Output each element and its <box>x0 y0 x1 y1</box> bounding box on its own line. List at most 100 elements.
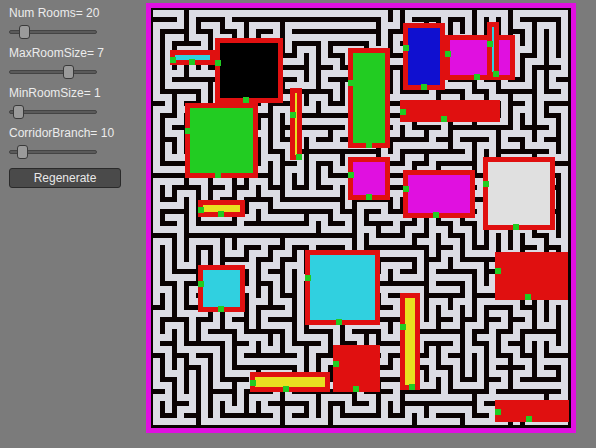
maze-floor <box>441 353 448 358</box>
maze-floor <box>549 94 556 101</box>
maze-floor <box>489 130 496 137</box>
maze-floor <box>165 202 172 209</box>
slider-thumb[interactable] <box>13 105 24 119</box>
maze-floor <box>561 41 568 46</box>
maze-floor <box>429 262 436 269</box>
maze-floor <box>525 29 532 34</box>
maze-floor <box>165 226 172 233</box>
maze-floor <box>184 82 189 89</box>
maze-floor <box>549 29 556 34</box>
maze-floor <box>285 10 292 17</box>
maze-floor <box>369 238 376 245</box>
maze-floor <box>220 10 225 17</box>
maze-floor <box>489 10 496 17</box>
maze-floor <box>225 406 232 413</box>
maze-floor <box>472 346 477 353</box>
maze-floor <box>549 149 556 154</box>
maze-floor <box>561 221 568 226</box>
maze-floor <box>537 29 544 34</box>
maze-floor <box>249 238 256 245</box>
maze-floor <box>465 341 472 346</box>
maze-floor <box>297 394 304 401</box>
maze-floor <box>429 269 436 274</box>
maze-floor <box>525 94 532 101</box>
maze-floor <box>549 10 556 17</box>
maze-floor <box>453 274 460 281</box>
maze-floor <box>345 226 352 233</box>
maze-floor <box>177 65 184 70</box>
maze-floor <box>285 281 292 286</box>
maze-floor <box>153 94 160 101</box>
maze-floor <box>412 250 417 257</box>
slider-thumb[interactable] <box>19 25 30 39</box>
maze-floor <box>165 10 172 17</box>
maze-floor <box>297 166 304 173</box>
maze-floor <box>561 214 568 221</box>
maze-floor <box>297 58 304 65</box>
slider-thumb[interactable] <box>17 145 28 159</box>
maze-floor <box>513 17 520 22</box>
maze-floor <box>249 10 256 17</box>
maze-floor <box>453 322 460 329</box>
maze-floor <box>465 310 472 317</box>
maze-floor <box>165 149 172 154</box>
slider-track[interactable] <box>9 105 97 119</box>
maze-floor <box>513 22 520 29</box>
slider-track[interactable] <box>9 65 97 79</box>
maze-floor <box>417 269 424 274</box>
maze-floor <box>537 341 544 346</box>
maze-floor <box>285 178 292 185</box>
maze-floor <box>561 154 568 161</box>
maze-floor <box>472 130 477 137</box>
maze-floor <box>177 118 184 125</box>
slider-thumb[interactable] <box>63 65 74 79</box>
maze-floor <box>352 406 357 413</box>
maze-floor <box>261 125 268 130</box>
maze-floor <box>232 370 237 377</box>
maze-floor <box>501 118 508 125</box>
maze-floor <box>525 46 532 53</box>
maze-floor <box>561 94 568 101</box>
maze-floor <box>340 130 345 137</box>
maze-floor <box>285 274 292 281</box>
maze-floor <box>273 166 280 173</box>
maze-floor <box>321 106 328 113</box>
maze-floor <box>561 10 568 17</box>
maze-floor <box>561 377 568 382</box>
maze-floor <box>177 142 184 149</box>
maze-floor <box>357 221 364 226</box>
maze-floor <box>273 178 280 185</box>
maze-floor <box>501 341 508 346</box>
maze-floor <box>477 322 484 329</box>
maze-floor <box>453 310 460 317</box>
maze-floor <box>153 41 160 46</box>
maze-floor <box>297 202 304 209</box>
maze-floor <box>268 190 273 197</box>
maze-floor <box>333 209 340 214</box>
maze-floor <box>556 10 561 17</box>
maze-floor <box>465 82 472 89</box>
maze-floor <box>177 149 184 154</box>
maze-floor <box>328 118 333 125</box>
slider-track[interactable] <box>9 145 97 159</box>
maze-floor <box>177 22 184 29</box>
maze-floor <box>285 41 292 46</box>
maze-floor <box>328 238 333 245</box>
maze-floor <box>381 346 388 353</box>
maze-floor <box>160 22 165 29</box>
maze-floor <box>561 197 568 202</box>
maze-floor <box>333 154 340 161</box>
maze-floor <box>292 58 297 65</box>
maze-floor <box>525 82 532 89</box>
maze-floor <box>489 82 496 89</box>
maze-floor <box>304 82 309 89</box>
slider-track[interactable] <box>9 25 97 39</box>
maze-floor <box>465 154 472 161</box>
maze-floor <box>261 178 268 185</box>
maze-floor <box>537 58 544 65</box>
regenerate-button[interactable]: Regenerate <box>9 168 121 188</box>
maze-floor <box>501 29 508 34</box>
maze-floor <box>189 70 196 77</box>
maze-floor <box>525 317 532 322</box>
maze-floor <box>297 262 304 269</box>
